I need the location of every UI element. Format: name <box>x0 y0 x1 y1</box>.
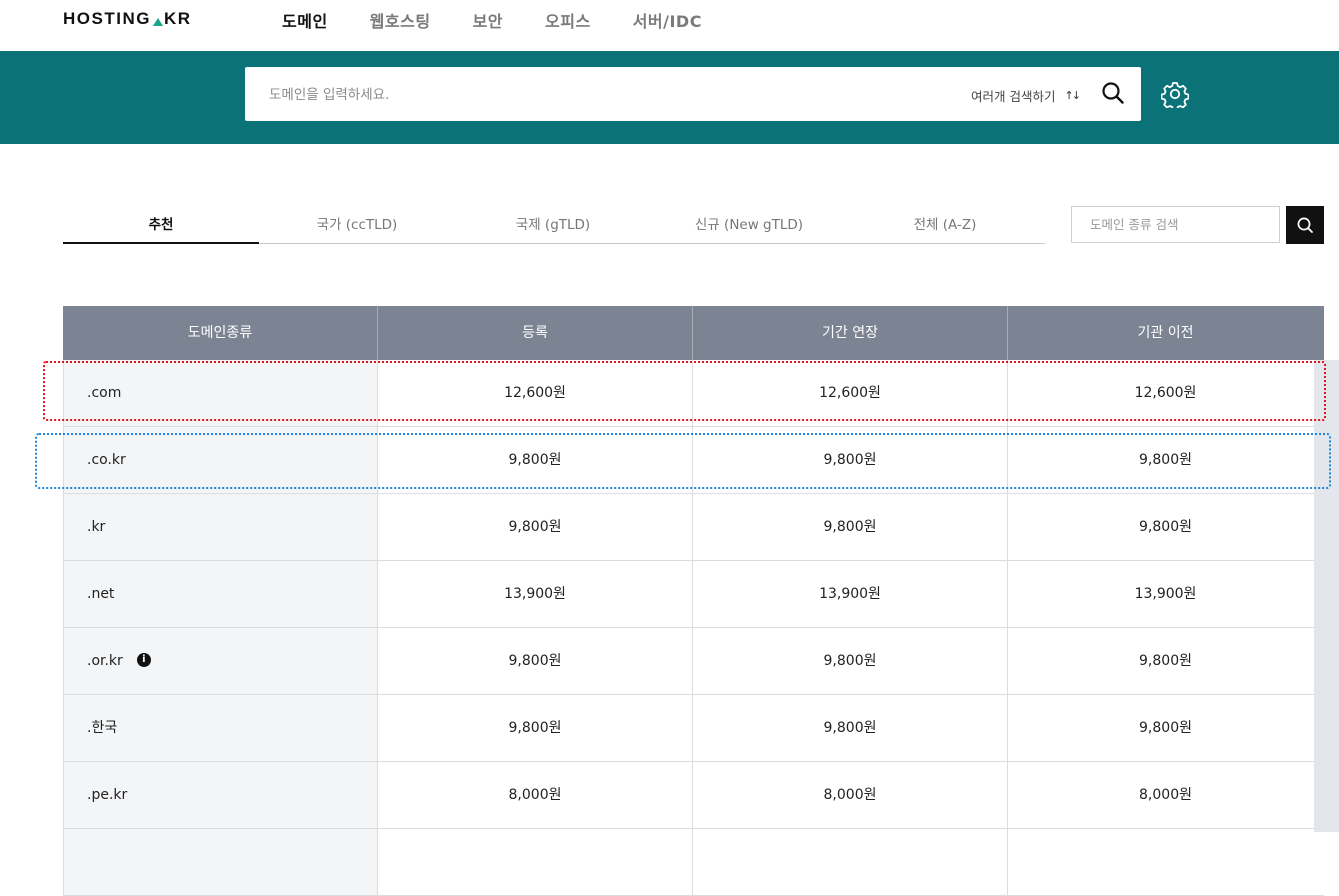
table-row: .net 13,900원 13,900원 13,900원 <box>63 561 1324 628</box>
domain-category-tabs: 추천 국가 (ccTLD) 국제 (gTLD) 신규 (New gTLD) 전체… <box>63 205 1045 244</box>
tab-recommended[interactable]: 추천 <box>63 205 259 244</box>
tld-search-box <box>1071 206 1280 243</box>
transfer-price-cell: 9,800원 <box>1008 494 1323 560</box>
tld-search-button[interactable] <box>1286 206 1324 244</box>
highlight-box-red <box>43 361 1326 421</box>
table-row: .or.kr i 9,800원 9,800원 9,800원 <box>63 628 1324 695</box>
domain-search-box: 여러개 검색하기 ↑↓ <box>245 67 1141 121</box>
top-navigation: HOSTING KR 도메인 웹호스팅 보안 오피스 서버/IDC <box>0 0 1339 51</box>
tab-cctld[interactable]: 국가 (ccTLD) <box>259 205 455 243</box>
column-header-domain-type: 도메인종류 <box>63 306 378 360</box>
transfer-price-cell: 13,900원 <box>1008 561 1323 627</box>
tld-search-input[interactable] <box>1088 216 1272 233</box>
register-price-cell: 13,900원 <box>378 561 693 627</box>
scrollbar-track[interactable] <box>1314 360 1339 832</box>
gear-icon[interactable] <box>1161 80 1189 108</box>
domain-name-cell: .or.kr i <box>63 628 378 694</box>
multi-search-label: 여러개 검색하기 <box>971 89 1056 104</box>
domain-search-band: 여러개 검색하기 ↑↓ <box>0 51 1339 144</box>
renew-price-cell: 8,000원 <box>693 762 1008 828</box>
table-row: .kr 9,800원 9,800원 9,800원 <box>63 494 1324 561</box>
main-nav: 도메인 웹호스팅 보안 오피스 서버/IDC <box>282 8 744 32</box>
search-icon[interactable] <box>1101 81 1125 105</box>
transfer-price-cell: 9,800원 <box>1008 695 1323 761</box>
domain-name-label: .or.kr <box>87 653 123 669</box>
logo-triangle-icon <box>152 18 163 26</box>
table-row <box>63 829 1324 896</box>
domain-name-cell: .net <box>63 561 378 627</box>
info-icon[interactable]: i <box>136 653 151 667</box>
tab-all-az[interactable]: 전체 (A-Z) <box>847 205 1043 243</box>
nav-item-office[interactable]: 오피스 <box>545 8 591 32</box>
site-logo[interactable]: HOSTING KR <box>63 9 192 29</box>
transfer-price-cell: 9,800원 <box>1008 628 1323 694</box>
renew-price-cell: 9,800원 <box>693 494 1008 560</box>
highlight-box-blue <box>35 433 1331 489</box>
renew-price-cell: 9,800원 <box>693 695 1008 761</box>
logo-text-suffix: KR <box>163 9 192 28</box>
transfer-price-cell <box>1008 829 1323 895</box>
swap-arrows-icon: ↑↓ <box>1064 89 1081 102</box>
column-header-transfer: 기관 이전 <box>1137 325 1194 341</box>
search-icon <box>1297 217 1313 233</box>
nav-item-server-idc[interactable]: 서버/IDC <box>633 8 702 32</box>
tab-gtld[interactable]: 국제 (gTLD) <box>455 205 651 243</box>
nav-item-security[interactable]: 보안 <box>473 8 503 32</box>
register-price-cell <box>378 829 693 895</box>
renew-price-cell <box>693 829 1008 895</box>
column-header-register: 등록 <box>378 306 693 360</box>
register-price-cell: 9,800원 <box>378 494 693 560</box>
domain-name-cell: .한국 <box>63 695 378 761</box>
column-header-renew: 기간 연장 <box>693 306 1008 360</box>
domain-name-cell <box>63 829 378 895</box>
domain-search-input[interactable] <box>267 82 911 108</box>
register-price-cell: 9,800원 <box>378 695 693 761</box>
register-price-cell: 9,800원 <box>378 628 693 694</box>
domain-name-cell: .kr <box>63 494 378 560</box>
domain-name-cell: .pe.kr <box>63 762 378 828</box>
nav-item-webhosting[interactable]: 웹호스팅 <box>370 8 431 32</box>
logo-text: HOSTING <box>63 9 151 28</box>
renew-price-cell: 13,900원 <box>693 561 1008 627</box>
renew-price-cell: 9,800원 <box>693 628 1008 694</box>
transfer-price-cell: 8,000원 <box>1008 762 1323 828</box>
nav-item-domain[interactable]: 도메인 <box>282 8 328 32</box>
table-row: .한국 9,800원 9,800원 9,800원 <box>63 695 1324 762</box>
multi-search-toggle[interactable]: 여러개 검색하기 ↑↓ <box>971 86 1081 105</box>
register-price-cell: 8,000원 <box>378 762 693 828</box>
table-header: 도메인종류 등록 기간 연장 기관 이전 <box>63 306 1324 360</box>
table-row: .pe.kr 8,000원 8,000원 8,000원 <box>63 762 1324 829</box>
tab-new-gtld[interactable]: 신규 (New gTLD) <box>651 205 847 243</box>
